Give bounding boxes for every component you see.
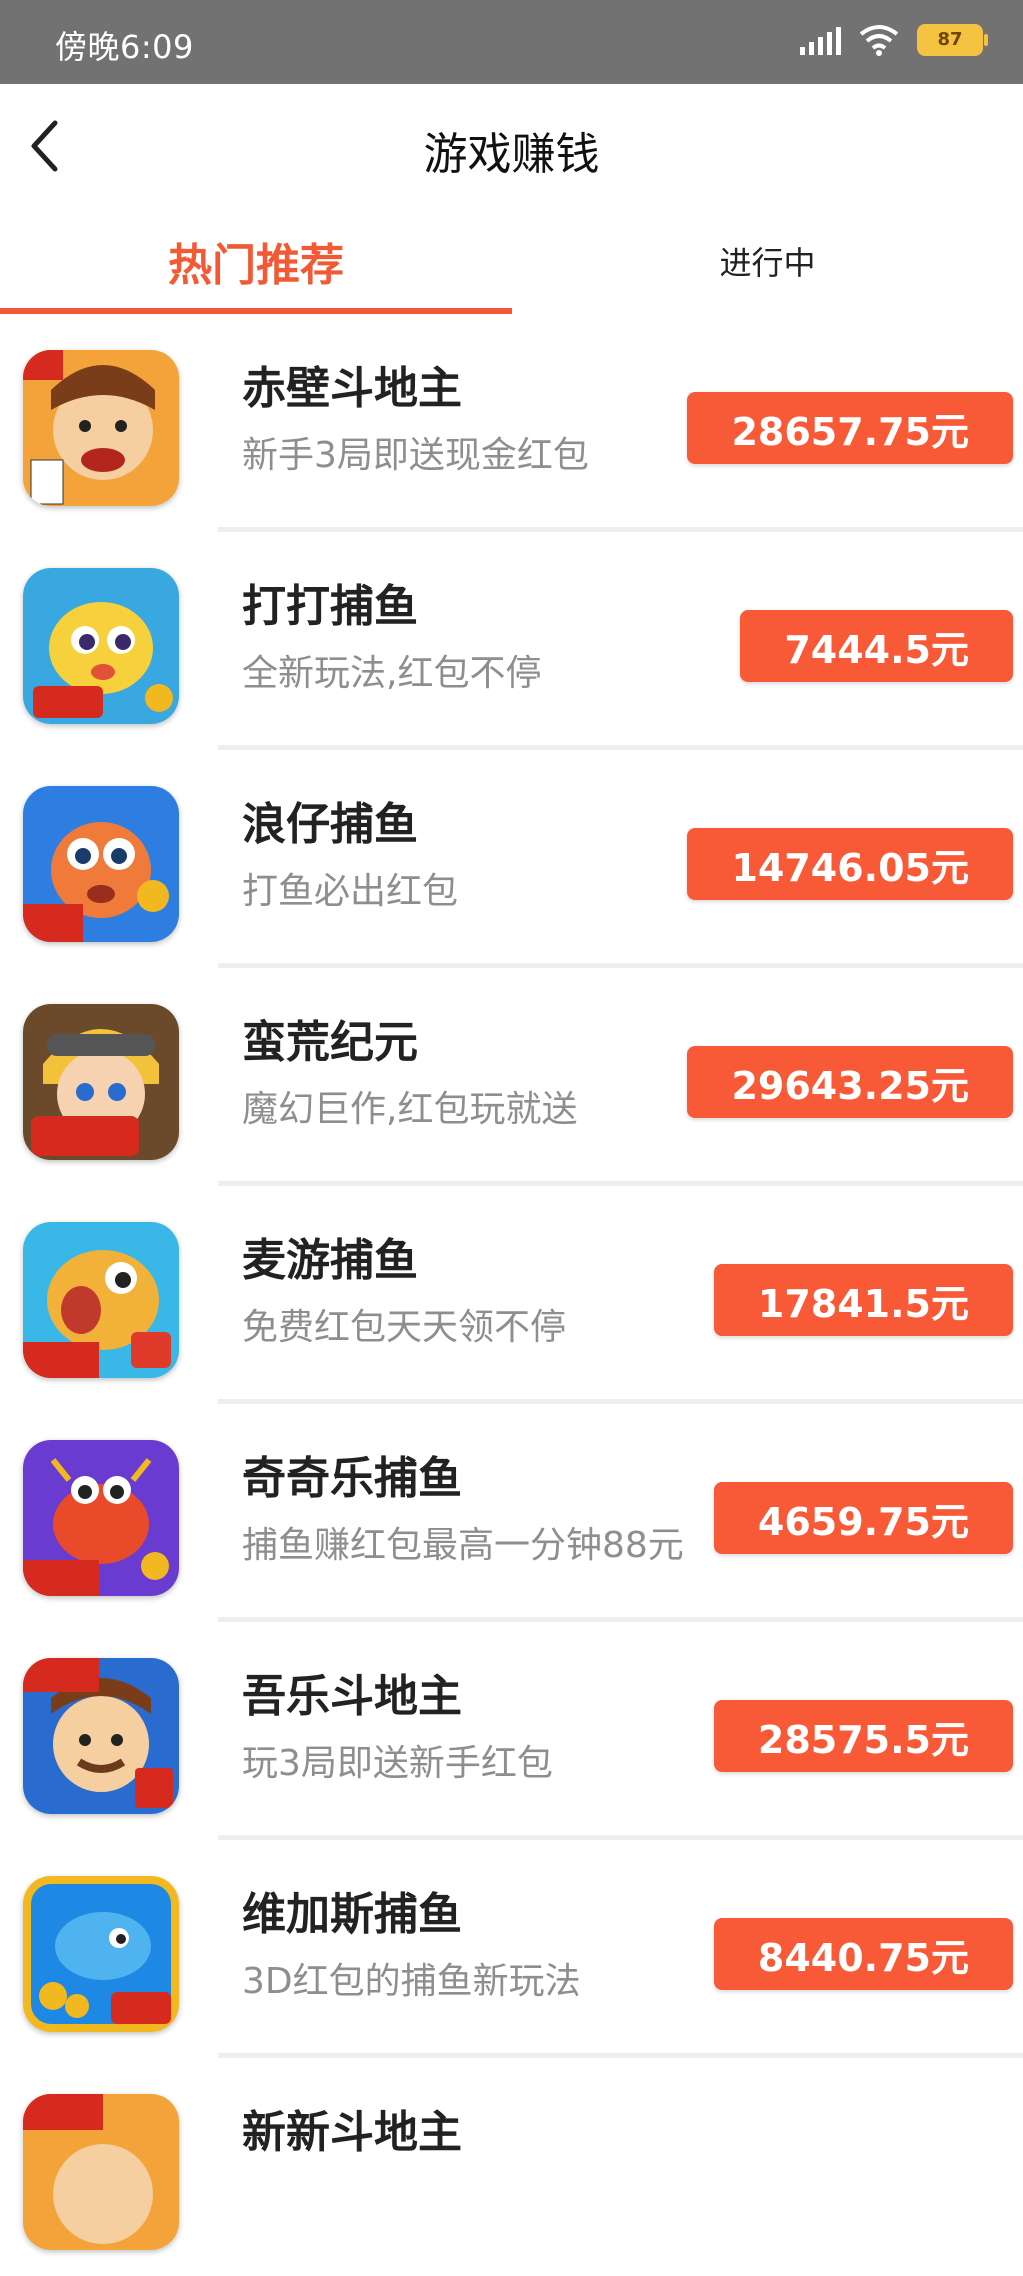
game-name: 打打捕鱼 — [242, 581, 418, 632]
game-desc: 3D红包的捕鱼新玩法 — [242, 1961, 581, 2002]
game-desc: 新手3局即送现金红包 — [242, 435, 589, 476]
game-desc: 免费红包天天领不停 — [242, 1307, 567, 1348]
game-desc: 打鱼必出红包 — [242, 871, 459, 912]
game-icon — [23, 1004, 179, 1160]
game-icon — [23, 1222, 179, 1378]
game-name: 新新斗地主 — [242, 2107, 462, 2158]
game-name: 浪仔捕鱼 — [242, 799, 418, 850]
page-title: 游戏赚钱 — [423, 129, 600, 180]
game-icon — [23, 1876, 179, 2032]
reward-button[interactable]: 14746.05元 — [687, 828, 1013, 900]
game-name: 维加斯捕鱼 — [242, 1889, 462, 1940]
reward-button[interactable]: 29643.25元 — [687, 1046, 1013, 1118]
list-item[interactable]: 维加斯捕鱼 3D红包的捕鱼新玩法 8440.75元 — [0, 1840, 1023, 2058]
reward-button[interactable]: 8440.75元 — [713, 1918, 1013, 1990]
game-desc: 全新玩法,红包不停 — [242, 653, 542, 694]
game-name: 麦游捕鱼 — [242, 1235, 418, 1286]
game-name: 奇奇乐捕鱼 — [242, 1453, 462, 1504]
status-bar: 傍晚6:09 87 — [0, 0, 1023, 84]
game-icon — [23, 568, 179, 724]
list-item[interactable]: 蛮荒纪元 魔幻巨作,红包玩就送 29643.25元 — [0, 968, 1023, 1186]
game-desc: 玩3局即送新手红包 — [242, 1743, 553, 1784]
game-desc: 捕鱼赚红包最高一分钟88元 — [242, 1525, 684, 1566]
list-item[interactable]: 新新斗地主 — [0, 2058, 1023, 2276]
reward-button[interactable]: 4659.75元 — [713, 1482, 1013, 1554]
game-name: 赤壁斗地主 — [242, 363, 462, 414]
list-item[interactable]: 赤壁斗地主 新手3局即送现金红包 28657.75元 — [0, 314, 1023, 532]
reward-button[interactable]: 28575.5元 — [713, 1700, 1013, 1772]
wifi-icon — [859, 25, 899, 56]
game-icon — [23, 1658, 179, 1814]
list-item[interactable]: 麦游捕鱼 免费红包天天领不停 17841.5元 — [0, 1186, 1023, 1404]
app-header: 游戏赚钱 — [0, 84, 1023, 208]
list-item[interactable]: 打打捕鱼 全新玩法,红包不停 7444.5元 — [0, 532, 1023, 750]
list-item[interactable]: 奇奇乐捕鱼 捕鱼赚红包最高一分钟88元 4659.75元 — [0, 1404, 1023, 1622]
game-desc: 魔幻巨作,红包玩就送 — [242, 1089, 578, 1130]
tab-bar: 热门推荐 进行中 — [0, 208, 1023, 314]
tab-in-progress[interactable]: 进行中 — [512, 208, 1023, 314]
game-name: 蛮荒纪元 — [242, 1017, 418, 1068]
battery-icon: 87 — [917, 24, 988, 56]
game-icon — [23, 1440, 179, 1596]
reward-button[interactable]: 17841.5元 — [713, 1264, 1013, 1336]
reward-button[interactable]: 28657.75元 — [687, 392, 1013, 464]
signal-icon — [800, 25, 841, 55]
game-name: 吾乐斗地主 — [242, 1671, 462, 1722]
tab-hot-recommend[interactable]: 热门推荐 — [0, 208, 512, 314]
list-item[interactable]: 浪仔捕鱼 打鱼必出红包 14746.05元 — [0, 750, 1023, 968]
game-icon — [23, 786, 179, 942]
game-list: 赤壁斗地主 新手3局即送现金红包 28657.75元 打打捕鱼 全新玩法,红包不… — [0, 314, 1023, 2276]
status-time: 傍晚6:09 — [55, 28, 194, 66]
reward-button[interactable]: 7444.5元 — [740, 610, 1013, 682]
list-item[interactable]: 吾乐斗地主 玩3局即送新手红包 28575.5元 — [0, 1622, 1023, 1840]
game-icon — [23, 2094, 179, 2250]
game-icon — [23, 350, 179, 506]
status-icons: 87 — [800, 24, 988, 56]
